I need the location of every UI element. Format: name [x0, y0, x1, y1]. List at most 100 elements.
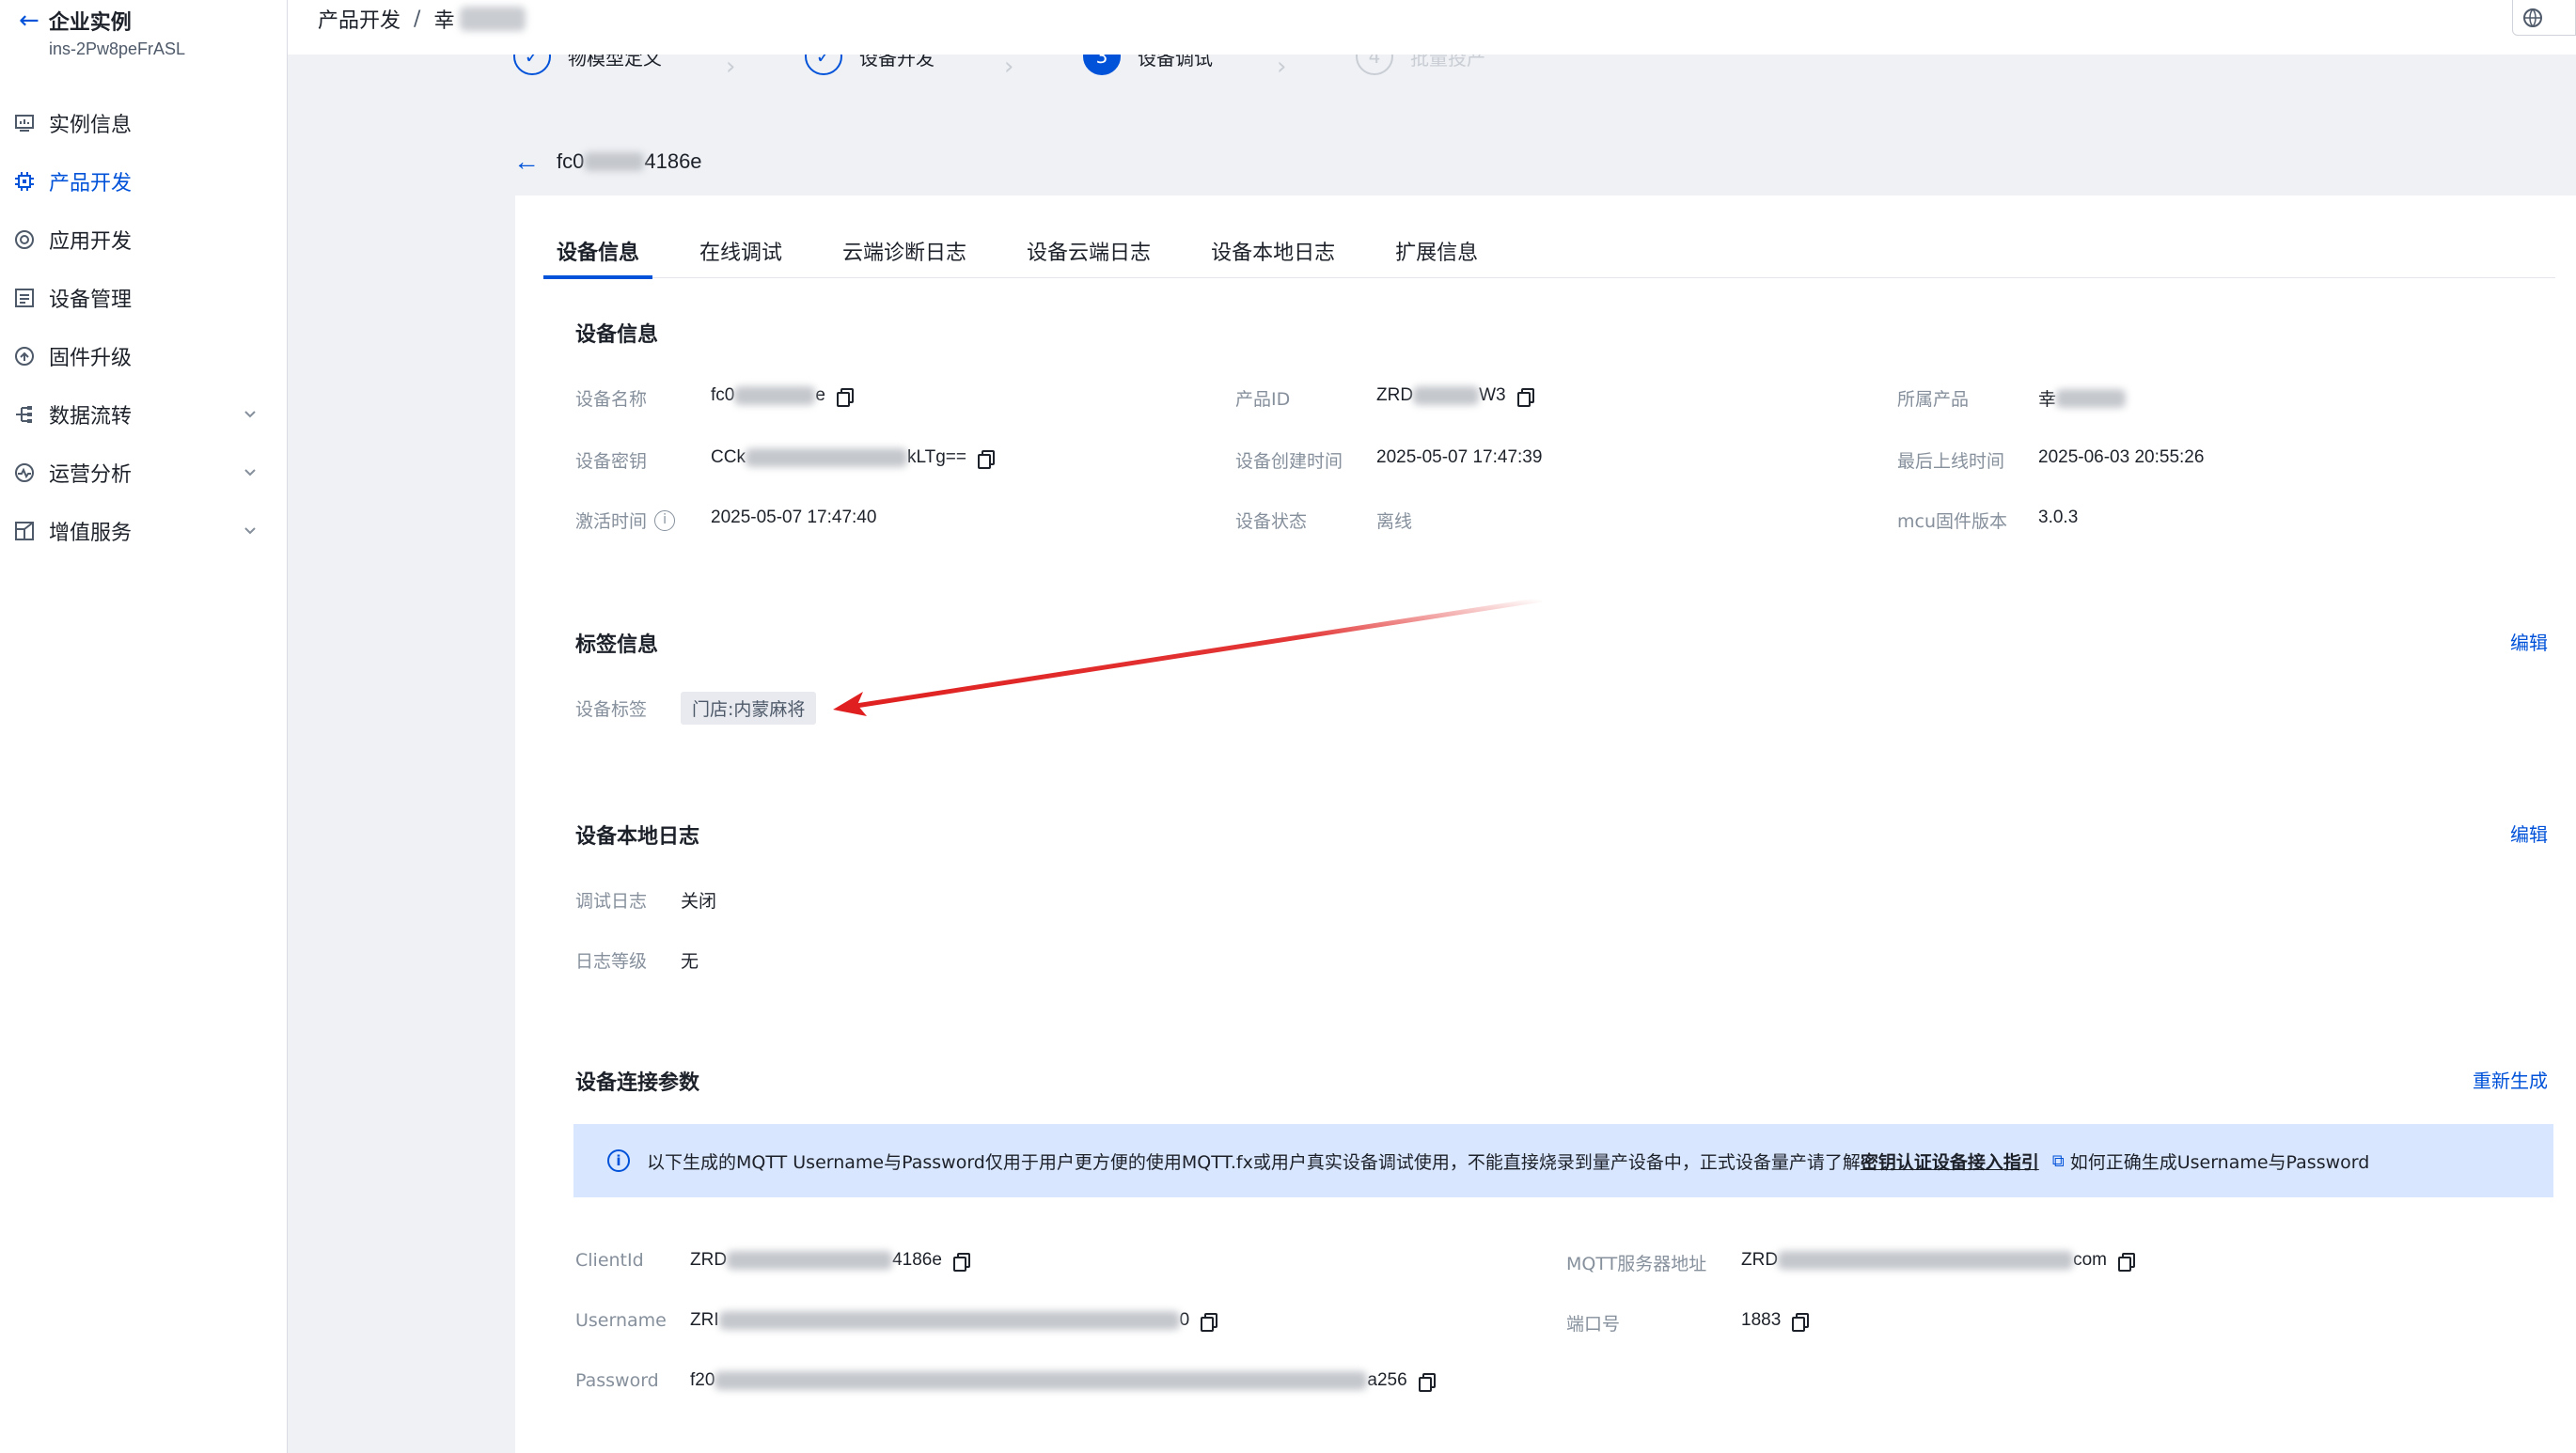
chevron-down-icon[interactable]: [241, 404, 259, 423]
breadcrumb-separator: /: [414, 7, 421, 31]
device-secret-value: CCk kLTg==: [711, 447, 995, 469]
username-value: ZRI 0: [690, 1310, 1218, 1332]
sidebar-item-value-added[interactable]: 增值服务: [0, 502, 288, 560]
step-2[interactable]: ✓ 设备开发: [805, 55, 935, 75]
sidebar-item-firmware[interactable]: 固件升级: [0, 327, 288, 385]
redacted-blur: [584, 152, 645, 171]
monitor-icon: [13, 112, 36, 134]
product-id-suffix: W3: [1479, 385, 1506, 405]
target-icon: [13, 228, 36, 251]
redacted-blur: [734, 386, 816, 405]
breadcrumb-root[interactable]: 产品开发: [318, 4, 401, 34]
device-secret-suffix: kLTg==: [906, 447, 966, 467]
password-prefix: f20: [690, 1370, 715, 1390]
client-id-prefix: ZRD: [690, 1250, 728, 1270]
sidebar-item-label: 运营分析: [49, 463, 133, 487]
client-id-suffix: 4186e: [892, 1250, 942, 1270]
sidebar-item-device-mgmt[interactable]: 设备管理: [0, 269, 288, 327]
copy-icon[interactable]: [1201, 1313, 1218, 1332]
breadcrumb-current: 幸: [433, 9, 455, 33]
username-prefix: ZRI: [690, 1310, 719, 1330]
sidebar-item-label: 产品开发: [49, 172, 133, 195]
back-arrow-icon: ←: [19, 7, 39, 35]
redacted-blur: [460, 7, 526, 31]
device-tag: 门店:内蒙麻将: [681, 692, 817, 725]
username-suffix: 0: [1179, 1310, 1190, 1330]
sidebar-item-app-dev[interactable]: 应用开发: [0, 211, 288, 269]
copy-icon[interactable]: [1792, 1313, 1810, 1332]
auth-guide-link[interactable]: 密钥认证设备接入指引: [1861, 1148, 2039, 1174]
instance-id: ins-2Pw8peFrASL: [49, 39, 186, 58]
sidebar-item-data-flow[interactable]: 数据流转: [0, 385, 288, 444]
copy-icon[interactable]: [836, 388, 854, 407]
created-time-value: 2025-05-07 17:47:39: [1376, 447, 1543, 467]
tab-device-local-log[interactable]: 设备本地日志: [1198, 224, 1348, 278]
copy-icon[interactable]: [952, 1253, 970, 1272]
top-bar: 产品开发 / 幸: [288, 0, 2576, 55]
back-to-instance-button[interactable]: ← 企业实例: [19, 6, 132, 36]
globe-icon: [2523, 8, 2542, 27]
copy-icon[interactable]: [1516, 388, 1534, 407]
step-4[interactable]: 4 批量投产: [1356, 55, 1485, 75]
redacted-blur: [745, 448, 907, 467]
tab-device-cloud-log[interactable]: 设备云端日志: [1013, 224, 1164, 278]
step-1[interactable]: ✓ 物模型定义: [513, 55, 662, 75]
device-title: ← fc0 4186e: [513, 147, 702, 177]
chevron-down-icon[interactable]: [241, 462, 259, 481]
info-icon[interactable]: i: [654, 509, 676, 531]
activated-time-label-text: 激活时间: [575, 511, 648, 532]
mqtt-server-value: ZRD com: [1741, 1250, 2135, 1272]
created-time-label: 设备创建时间: [1235, 451, 1343, 472]
language-button[interactable]: [2512, 0, 2576, 36]
edit-tags-link[interactable]: 编辑: [2510, 628, 2548, 655]
device-status-label: 设备状态: [1235, 511, 1308, 532]
port-number: 1883: [1741, 1310, 1782, 1330]
sidebar-item-instance-info[interactable]: 实例信息: [0, 94, 288, 152]
product-value[interactable]: 幸: [2038, 385, 2127, 411]
chevron-down-icon[interactable]: [241, 521, 259, 539]
back-arrow-icon[interactable]: ←: [513, 147, 540, 177]
copy-icon[interactable]: [2117, 1253, 2135, 1272]
device-secret-prefix: CCk: [711, 447, 746, 467]
device-name-prefix: fc0: [711, 385, 735, 405]
step-label: 设备调试: [1138, 55, 1213, 70]
tab-device-info[interactable]: 设备信息: [543, 224, 653, 279]
product-label: 所属产品: [1897, 389, 1970, 410]
pulse-icon: [13, 461, 36, 484]
product-prefix: 幸: [2038, 390, 2057, 410]
copy-icon[interactable]: [1418, 1373, 1436, 1392]
regenerate-link[interactable]: 重新生成: [2473, 1066, 2548, 1093]
redacted-blur: [1413, 386, 1480, 405]
tab-cloud-diagnostic-log[interactable]: 云端诊断日志: [829, 224, 980, 278]
mcu-version-value: 3.0.3: [2038, 508, 2079, 527]
how-to-generate-link[interactable]: 如何正确生成Username与Password: [2070, 1148, 2370, 1174]
redacted-blur: [718, 1311, 1180, 1330]
sidebar-item-ops-analysis[interactable]: 运营分析: [0, 444, 288, 502]
log-level-label: 日志等级: [575, 951, 648, 972]
mqtt-server-prefix: ZRD: [1741, 1250, 1779, 1270]
edit-local-log-link[interactable]: 编辑: [2510, 820, 2548, 847]
sidebar-item-product-dev[interactable]: 产品开发: [0, 152, 288, 211]
step-number: ✓: [513, 55, 551, 75]
device-status-value: 离线: [1376, 512, 1413, 532]
steps-bar: ✓ 物模型定义 › ✓ 设备开发 › 3 设备调试 › 4 批量投产: [288, 55, 2576, 83]
chevron-right-icon: ›: [1277, 55, 1287, 81]
product-id-prefix: ZRD: [1376, 385, 1414, 405]
debug-log-label: 调试日志: [575, 891, 648, 912]
sidebar-nav: 实例信息 产品开发 应用开发 设备管理 固件升级 数据流转 运营分析 增值服务: [0, 94, 288, 560]
step-3[interactable]: 3 设备调试: [1083, 55, 1213, 75]
copy-icon[interactable]: [977, 450, 995, 469]
step-label: 设备开发: [859, 55, 935, 70]
tab-online-debug[interactable]: 在线调试: [686, 224, 795, 278]
device-title-suffix: 4186e: [644, 149, 702, 173]
sidebar-item-label: 数据流转: [49, 405, 133, 429]
step-number: ✓: [805, 55, 842, 75]
port-value: 1883: [1741, 1310, 1810, 1332]
device-detail-card: 设备信息 在线调试 云端诊断日志 设备云端日志 设备本地日志 扩展信息 设备信息…: [515, 195, 2576, 1453]
service-icon: [13, 520, 36, 542]
step-label: 物模型定义: [568, 55, 662, 70]
redacted-blur: [715, 1371, 1368, 1390]
device-title-prefix: fc0: [557, 149, 585, 173]
tab-extended-info[interactable]: 扩展信息: [1382, 224, 1491, 278]
sidebar-item-label: 设备管理: [49, 289, 133, 312]
